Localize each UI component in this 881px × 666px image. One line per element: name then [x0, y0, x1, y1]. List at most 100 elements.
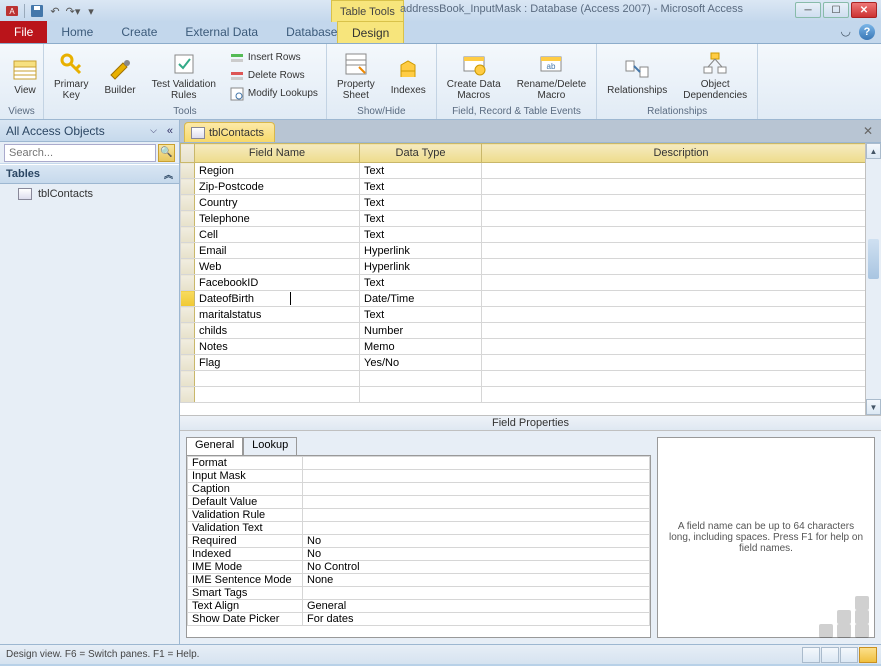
row-selector[interactable]: [181, 339, 195, 355]
data-type-cell[interactable]: [360, 387, 482, 403]
property-grid[interactable]: FormatInput MaskCaptionDefault ValueVali…: [186, 455, 651, 638]
description-cell[interactable]: [482, 323, 881, 339]
data-type-cell[interactable]: Memo: [360, 339, 482, 355]
relationships-button[interactable]: Relationships: [603, 54, 671, 98]
col-header-field-name[interactable]: Field Name: [195, 144, 360, 163]
undo-icon[interactable]: ↶: [47, 3, 63, 19]
col-header-description[interactable]: Description: [482, 144, 881, 163]
description-cell[interactable]: [482, 355, 881, 371]
description-cell[interactable]: [482, 371, 881, 387]
tab-create[interactable]: Create: [107, 21, 171, 43]
field-name-cell[interactable]: maritalstatus: [195, 307, 360, 323]
indexes-button[interactable]: Indexes: [387, 54, 430, 98]
row-selector[interactable]: [181, 371, 195, 387]
field-name-cell[interactable]: Email: [195, 243, 360, 259]
nav-collapse-icon[interactable]: «: [167, 125, 173, 137]
insert-rows-button[interactable]: Insert Rows: [228, 50, 320, 66]
data-type-cell[interactable]: Hyperlink: [360, 243, 482, 259]
data-type-cell[interactable]: Text: [360, 195, 482, 211]
pivot-view-button[interactable]: [821, 647, 839, 663]
field-name-cell[interactable]: Notes: [195, 339, 360, 355]
close-button[interactable]: ✕: [851, 2, 877, 18]
row-selector[interactable]: [181, 387, 195, 403]
description-cell[interactable]: [482, 275, 881, 291]
collapse-group-icon[interactable]: ︽: [164, 168, 173, 181]
description-cell[interactable]: [482, 291, 881, 307]
property-value[interactable]: [303, 457, 650, 470]
tab-design[interactable]: Design: [337, 21, 404, 43]
field-name-cell[interactable]: [195, 371, 360, 387]
property-value[interactable]: No Control: [303, 561, 650, 574]
property-value[interactable]: [303, 496, 650, 509]
close-object-icon[interactable]: ✕: [861, 124, 875, 138]
property-value[interactable]: None: [303, 574, 650, 587]
row-selector[interactable]: [181, 259, 195, 275]
data-type-cell[interactable]: Text: [360, 227, 482, 243]
property-value[interactable]: [303, 509, 650, 522]
nav-item-tblcontacts[interactable]: tblContacts: [0, 184, 179, 204]
property-value[interactable]: [303, 470, 650, 483]
primary-key-button[interactable]: Primary Key: [50, 48, 92, 103]
datasheet-view-button[interactable]: [802, 647, 820, 663]
description-cell[interactable]: [482, 211, 881, 227]
property-value[interactable]: [303, 522, 650, 535]
property-value[interactable]: No: [303, 548, 650, 561]
help-icon[interactable]: ?: [859, 24, 875, 40]
property-value[interactable]: [303, 483, 650, 496]
field-name-cell[interactable]: DateofBirth: [195, 291, 360, 307]
field-name-cell[interactable]: Cell: [195, 227, 360, 243]
modify-lookups-button[interactable]: Modify Lookups: [228, 86, 320, 102]
object-dependencies-button[interactable]: Object Dependencies: [679, 48, 751, 103]
row-selector[interactable]: [181, 275, 195, 291]
row-selector[interactable]: [181, 211, 195, 227]
design-view-button[interactable]: [859, 647, 877, 663]
minimize-button[interactable]: ─: [795, 2, 821, 18]
search-icon[interactable]: 🔍: [158, 144, 175, 162]
test-validation-button[interactable]: Test Validation Rules: [148, 48, 220, 103]
nav-header[interactable]: All Access Objects ⌵ «: [0, 120, 179, 142]
property-sheet-button[interactable]: Property Sheet: [333, 48, 379, 103]
search-input[interactable]: [4, 144, 156, 162]
property-value[interactable]: General: [303, 600, 650, 613]
field-name-cell[interactable]: FacebookID: [195, 275, 360, 291]
field-name-cell[interactable]: Region: [195, 163, 360, 179]
row-selector[interactable]: [181, 307, 195, 323]
file-tab[interactable]: File: [0, 21, 47, 43]
col-header-data-type[interactable]: Data Type: [360, 144, 482, 163]
scroll-up-icon[interactable]: ▲: [866, 143, 881, 159]
property-value[interactable]: No: [303, 535, 650, 548]
description-cell[interactable]: [482, 339, 881, 355]
row-selector[interactable]: [181, 291, 195, 307]
minimize-ribbon-icon[interactable]: ◡: [841, 24, 851, 40]
data-type-cell[interactable]: [360, 371, 482, 387]
description-cell[interactable]: [482, 387, 881, 403]
field-name-cell[interactable]: Country: [195, 195, 360, 211]
nav-filter-dropdown-icon[interactable]: ⌵: [150, 125, 157, 136]
qat-dropdown-icon[interactable]: ▾: [83, 3, 99, 19]
delete-rows-button[interactable]: Delete Rows: [228, 68, 320, 84]
scroll-down-icon[interactable]: ▼: [866, 399, 881, 415]
property-value[interactable]: [303, 587, 650, 600]
description-cell[interactable]: [482, 195, 881, 211]
row-selector[interactable]: [181, 323, 195, 339]
data-type-cell[interactable]: Date/Time: [360, 291, 482, 307]
pivotchart-view-button[interactable]: [840, 647, 858, 663]
data-type-cell[interactable]: Text: [360, 179, 482, 195]
vertical-scrollbar[interactable]: ▲ ▼: [865, 143, 881, 415]
row-selector[interactable]: [181, 243, 195, 259]
data-type-cell[interactable]: Yes/No: [360, 355, 482, 371]
tab-lookup[interactable]: Lookup: [243, 437, 297, 455]
row-selector[interactable]: [181, 179, 195, 195]
rename-delete-macro-button[interactable]: ab Rename/Delete Macro: [513, 48, 590, 103]
field-name-cell[interactable]: Flag: [195, 355, 360, 371]
description-cell[interactable]: [482, 179, 881, 195]
redo-dropdown-icon[interactable]: ↷▾: [65, 3, 81, 19]
row-selector[interactable]: [181, 227, 195, 243]
description-cell[interactable]: [482, 243, 881, 259]
data-type-cell[interactable]: Hyperlink: [360, 259, 482, 275]
data-type-cell[interactable]: Text: [360, 163, 482, 179]
tab-home[interactable]: Home: [47, 21, 107, 43]
row-selector[interactable]: [181, 163, 195, 179]
field-name-cell[interactable]: Web: [195, 259, 360, 275]
access-app-icon[interactable]: A: [4, 3, 20, 19]
